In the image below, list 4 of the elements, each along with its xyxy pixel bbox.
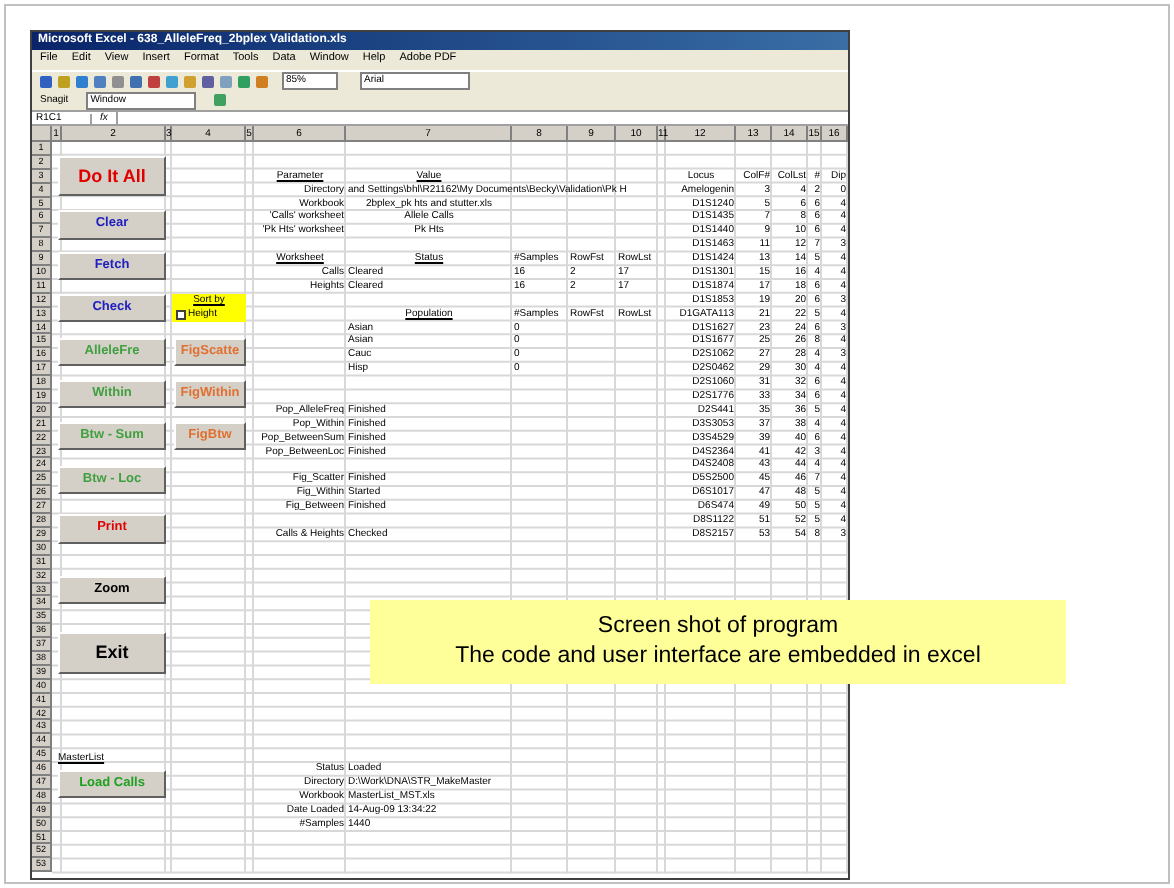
checkbox[interactable] [176,309,186,320]
callout-text: The code and user interface are embedded in excel [455,642,981,672]
macro-button[interactable]: Exit [58,632,166,674]
callout-text: Screen shot of program [597,612,839,642]
